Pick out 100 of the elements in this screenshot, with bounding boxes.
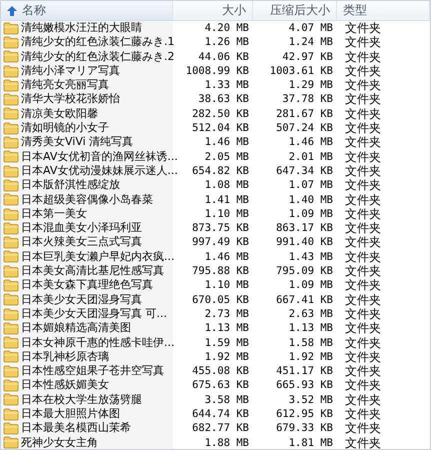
folder-icon: [3, 122, 19, 135]
type-cell-text: 文件夹: [344, 92, 382, 107]
size-cell-text: 675.63 KB: [191, 378, 250, 393]
size-cell-text: 1.46 MB: [204, 250, 250, 264]
folder-icon: [3, 422, 19, 435]
type-cell-text: 文件夹: [344, 35, 382, 50]
folder-icon: [3, 36, 19, 49]
folder-icon: [3, 178, 19, 192]
type-cell-text: 文件夹: [344, 364, 382, 378]
type-cell-text: 文件夹: [344, 121, 382, 136]
compressed-size-cell-text: 1.46 MB: [288, 135, 334, 150]
column-header-label: 名称: [22, 2, 46, 19]
compressed-size-cell-text: 281.67 KB: [275, 106, 334, 122]
type-cell-text: 文件夹: [344, 392, 382, 408]
type-cell-text: 文件夹: [344, 436, 382, 449]
size-cell-text: 997.49 KB: [191, 235, 250, 250]
size-cell-text: 282.50 KB: [191, 106, 250, 122]
column-header[interactable]: 名称: [1, 1, 173, 20]
type-cell-text: 文件夹: [344, 407, 382, 422]
folder-icon: [3, 222, 19, 235]
compressed-size-cell-text: 1.43 MB: [288, 250, 334, 264]
size-cell-text: 512.04 KB: [191, 121, 250, 136]
compressed-size-cell-text: 1.07 MB: [288, 178, 334, 193]
size-cell-text: 3.58 MB: [204, 392, 250, 408]
folder-icon: [3, 22, 19, 35]
folder-icon: [3, 408, 19, 421]
folder-icon: [3, 293, 19, 306]
folder-icon: [3, 364, 19, 378]
type-cell-text: 文件夹: [344, 264, 382, 278]
size-cell-text: 1.08 MB: [204, 178, 250, 193]
compressed-size-cell-text: 1003.61 KB: [268, 64, 334, 78]
compressed-size-cell-text: 1.24 MB: [288, 35, 334, 50]
type-cell-text: 文件夹: [344, 135, 382, 150]
compressed-size-cell-text: 1.81 MB: [288, 436, 334, 449]
type-cell-text: 文件夹: [344, 292, 382, 307]
folder-icon: [3, 322, 19, 335]
compressed-size-cell-text: 4.07 MB: [288, 21, 334, 36]
size-cell-text: 1.59 MB: [204, 336, 250, 350]
compressed-size-cell-text: 795.09 KB: [275, 264, 334, 278]
type-cell-text: 文件夹: [344, 106, 382, 122]
folder-icon: [3, 150, 19, 164]
type-cell-text: 文件夹: [344, 235, 382, 250]
size-cell-text: 1.88 MB: [204, 436, 250, 449]
size-cell-text: 2.73 MB: [204, 306, 250, 322]
type-cell-text: 文件夹: [344, 221, 382, 236]
type-cell-text: 文件夹: [344, 206, 382, 222]
compressed-size-cell-text: 507.24 KB: [275, 121, 334, 136]
folder-icon: [3, 393, 19, 406]
folder-icon: [3, 350, 19, 364]
folder-icon: [3, 278, 19, 292]
compressed-size-cell-text: 1.09 MB: [288, 278, 334, 293]
size-cell-text: 1.46 MB: [204, 135, 250, 150]
compressed-size-cell-text: 679.33 KB: [275, 421, 334, 436]
size-cell-text: 1.92 MB: [204, 350, 250, 364]
folder-icon: [3, 236, 19, 250]
folder-icon: [3, 78, 19, 92]
compressed-size-cell-text: 1.29 MB: [288, 78, 334, 92]
compressed-size-cell-text: 1.92 MB: [288, 350, 334, 364]
file-name[interactable]: 日本AV女优动漫妹妹展示迷人...: [21, 164, 178, 178]
column-header[interactable]: 大小: [173, 1, 253, 20]
type-cell-text: 文件夹: [344, 164, 382, 178]
type-cell-text: 文件夹: [344, 150, 382, 164]
size-cell-text: 38.63 KB: [197, 92, 250, 107]
compressed-size-cell-text: 612.95 KB: [275, 407, 334, 422]
type-cell-text: 文件夹: [344, 321, 382, 336]
type-cell-text: 文件夹: [344, 378, 382, 393]
type-cell-text: 文件夹: [344, 250, 382, 264]
folder-icon: [3, 308, 19, 321]
type-cell-text: 文件夹: [344, 21, 382, 36]
folder-icon: [3, 379, 19, 392]
file-name[interactable]: 日本AV女优初音的渔网丝袜诱...: [21, 150, 178, 164]
type-cell-text: 文件夹: [344, 306, 382, 322]
folder-icon: [3, 64, 19, 78]
folder-icon: [3, 136, 19, 150]
folder-icon: [3, 250, 19, 264]
size-cell-text: 1.41 MB: [204, 192, 250, 207]
type-cell-text: 文件夹: [344, 421, 382, 436]
size-cell-text: 1.33 MB: [204, 78, 250, 92]
compressed-size-cell-text: 3.52 MB: [288, 392, 334, 408]
folder-icon: [3, 264, 19, 278]
compressed-size-cell-text: 451.17 KB: [275, 364, 334, 378]
compressed-size-cell-text: 991.40 KB: [275, 235, 334, 250]
type-cell-text: 文件夹: [344, 192, 382, 207]
size-cell-text: 1.26 MB: [204, 35, 250, 50]
compressed-size-cell-text: 37.78 KB: [281, 92, 334, 107]
column-header[interactable]: 类型: [337, 1, 430, 20]
size-cell-text: 44.06 KB: [197, 50, 250, 64]
compressed-size-cell-text: 2.63 MB: [288, 306, 334, 322]
folder-icon: [3, 436, 19, 449]
type-cell-text: 文件夹: [344, 64, 382, 78]
folder-icon: [3, 50, 19, 64]
column-header[interactable]: 压缩后大小: [253, 1, 337, 20]
compressed-size-cell-text: 667.41 KB: [275, 292, 334, 307]
compressed-size-cell-text: 42.97 KB: [281, 50, 334, 64]
type-cell-text: 文件夹: [344, 336, 382, 350]
size-cell-text: 1.10 MB: [204, 278, 250, 293]
size-cell-text: 795.88 KB: [191, 264, 250, 278]
folder-icon: [3, 93, 19, 106]
compressed-size-cell-text: 1.13 MB: [288, 321, 334, 336]
type-cell-text: 文件夹: [344, 350, 382, 364]
